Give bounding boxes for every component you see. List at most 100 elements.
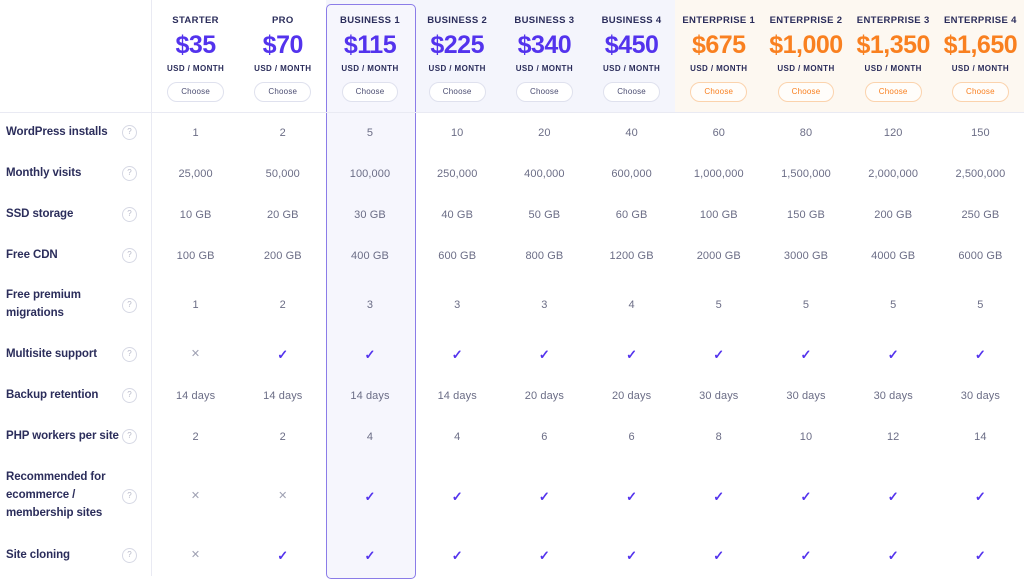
check-icon: ✓	[538, 488, 550, 504]
choose-button-starter[interactable]: Choose	[167, 81, 224, 102]
cell-value: 800 GB	[525, 249, 564, 262]
check-icon: ✓	[538, 548, 550, 563]
check-icon: ✓	[451, 347, 463, 362]
choose-button-enterprise-1[interactable]: Choose	[690, 81, 748, 102]
choose-button-enterprise-3[interactable]: Choose	[864, 81, 922, 102]
check-icon: ✓	[713, 488, 725, 504]
cell-value: ✓	[326, 535, 413, 576]
choose-button-business-2[interactable]: Choose	[428, 81, 486, 102]
cell-value: ✓	[326, 334, 413, 375]
cell-value: ✓	[501, 535, 588, 576]
cell-value: 1,000,000	[693, 167, 744, 180]
check-icon: ✓	[364, 347, 376, 362]
plan-price: $340	[517, 30, 572, 59]
cell-value: 600,000	[611, 167, 652, 180]
cell-value: 4000 GB	[871, 249, 916, 262]
choose-button-enterprise-2[interactable]: Choose	[777, 81, 835, 102]
check-icon: ✓	[626, 488, 638, 504]
check-icon: ✓	[800, 347, 812, 362]
plan-price: $450	[604, 30, 659, 59]
cell-value: 12	[886, 430, 900, 443]
help-tooltip-icon[interactable]: ?	[122, 488, 137, 504]
feature-label-row-backup-retention: Backup retention?	[0, 375, 152, 416]
plan-price: $225	[430, 30, 484, 59]
feature-label: Backup retention	[6, 388, 99, 401]
cell-value: 40 GB	[441, 208, 474, 221]
plan-header-business-3: BUSINESS 3 $340 USD / MONTH Choose	[501, 0, 588, 112]
cell-value: ✓	[414, 334, 501, 375]
help-tooltip-icon[interactable]: ?	[122, 429, 137, 444]
choose-button-pro[interactable]: Choose	[254, 81, 312, 102]
cell-value: 5	[977, 299, 984, 311]
cell-value: 14 days	[175, 389, 216, 402]
cell-value: ✓	[850, 457, 937, 535]
help-tooltip-icon[interactable]: ?	[122, 248, 137, 263]
check-icon: ✓	[277, 347, 289, 362]
cell-value: ✓	[762, 334, 849, 375]
help-tooltip-icon[interactable]: ?	[122, 207, 137, 222]
cross-icon: ✕	[190, 489, 201, 502]
feature-label: Free CDN	[6, 248, 58, 261]
feature-label: WordPress installs	[6, 125, 108, 138]
cell-value: ✓	[239, 535, 326, 576]
help-tooltip-icon[interactable]: ?	[122, 297, 137, 313]
feature-label-row-wordpress-installs: WordPress installs?	[0, 112, 152, 153]
cross-icon: ✕	[190, 348, 201, 360]
cell-value: 20 days	[611, 389, 652, 402]
cell-value: 250,000	[436, 167, 478, 180]
plan-billing-period: USD / MONTH	[515, 63, 574, 73]
help-tooltip-icon[interactable]: ?	[122, 347, 137, 362]
cell-value: ✓	[937, 457, 1024, 535]
cell-value: 250 GB	[961, 208, 1000, 221]
cell-value: 10	[799, 430, 813, 443]
plan-price: $675	[691, 30, 746, 59]
check-icon: ✓	[713, 548, 725, 563]
cell-value: ✓	[762, 457, 849, 535]
choose-button-business-3[interactable]: Choose	[516, 81, 573, 102]
cell-value: ✓	[239, 334, 326, 375]
cell-value: ✓	[850, 535, 937, 576]
table-grid: STARTER $35 USD / MONTH Choose PRO $70 USD / M…	[0, 0, 1024, 576]
help-tooltip-icon[interactable]: ?	[122, 166, 137, 181]
check-icon: ✓	[451, 548, 463, 563]
cell-value: 6	[541, 430, 548, 443]
plan-header-enterprise-3: ENTERPRISE 3 $1,350 USD / MONTH Choose	[850, 0, 937, 112]
check-icon: ✓	[626, 347, 638, 362]
plan-price: $115	[343, 30, 397, 59]
plan-name: BUSINESS 4	[601, 15, 662, 26]
cell-value: ✓	[588, 334, 675, 375]
cell-value: 3000 GB	[783, 249, 829, 262]
cell-value: 100 GB	[176, 249, 215, 262]
check-icon: ✓	[364, 548, 376, 563]
cell-value: 50,000	[265, 167, 300, 180]
plan-name: ENTERPRISE 1	[682, 15, 756, 26]
cell-value: 1,500,000	[781, 167, 831, 180]
plan-name: BUSINESS 3	[514, 15, 575, 26]
help-tooltip-icon[interactable]: ?	[122, 388, 137, 403]
cell-value: 4	[366, 430, 374, 443]
plan-billing-period: USD / MONTH	[428, 63, 486, 73]
help-tooltip-icon[interactable]: ?	[122, 125, 137, 140]
help-tooltip-icon[interactable]: ?	[122, 548, 137, 563]
cell-value: 1200 GB	[609, 249, 654, 262]
cell-value: 4	[628, 299, 635, 311]
cell-value: 400 GB	[351, 249, 389, 262]
cell-value: 14 days	[350, 389, 390, 402]
cell-value: ✓	[501, 334, 588, 375]
cell-value: 3	[366, 299, 374, 311]
cell-value: 6	[628, 430, 635, 443]
choose-button-business-1[interactable]: Choose	[341, 81, 399, 102]
feature-label: Recommended for ecommerce / membership s…	[6, 471, 106, 519]
choose-button-business-4[interactable]: Choose	[603, 81, 660, 102]
cell-value: 20 days	[524, 389, 564, 402]
choose-button-enterprise-4[interactable]: Choose	[952, 81, 1009, 102]
plan-header-enterprise-2: ENTERPRISE 2 $1,000 USD / MONTH Choose	[762, 0, 849, 112]
check-icon: ✓	[974, 488, 986, 504]
cell-value: 200 GB	[263, 249, 302, 262]
cell-value: 14	[974, 430, 987, 443]
plan-header-business-4: BUSINESS 4 $450 USD / MONTH Choose	[588, 0, 675, 112]
plan-name: BUSINESS 2	[427, 15, 488, 26]
cell-value: ✕	[152, 334, 239, 375]
cell-value: 8	[715, 430, 722, 443]
cell-value: 30 days	[699, 389, 739, 402]
